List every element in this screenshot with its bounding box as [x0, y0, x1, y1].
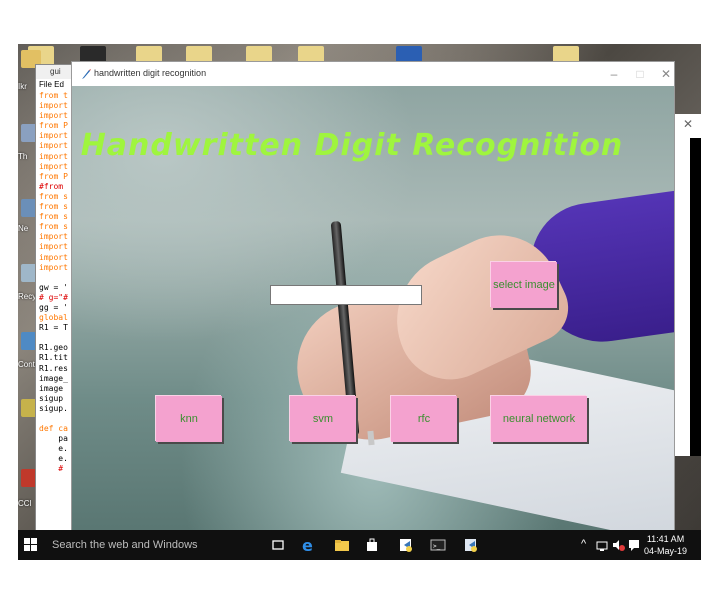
windows-start-icon[interactable] [24, 538, 38, 552]
knn-button[interactable]: knn [156, 396, 222, 442]
editor-title: gui [50, 67, 61, 76]
file-explorer-icon[interactable] [334, 537, 350, 553]
desktop-icon-label: Recy [18, 292, 37, 301]
desktop-icon-label: Th [18, 152, 28, 161]
select-image-button[interactable]: select image [491, 262, 557, 308]
scrollbar[interactable] [690, 138, 701, 456]
taskbar: Search the web and Windows e >_ ^ 11:41 … [18, 530, 701, 560]
taskbar-clock[interactable]: 11:41 AM 04-May-19 [644, 533, 687, 557]
close-button[interactable]: ✕ [652, 64, 680, 84]
store-icon[interactable] [364, 537, 380, 553]
task-view-icon[interactable] [270, 537, 286, 553]
svm-button[interactable]: svm [290, 396, 356, 442]
app-window[interactable]: handwritten digit recognition – □ ✕ Hand… [71, 61, 675, 535]
clock-date: 04-May-19 [644, 546, 688, 556]
background-photo-pen-tip [367, 430, 375, 446]
desktop-icon-label: Ikr [18, 82, 27, 91]
network-tray-icon[interactable] [595, 537, 609, 553]
app-title: handwritten digit recognition [94, 68, 207, 78]
feather-icon [82, 69, 91, 79]
taskbar-search-box[interactable]: Search the web and Windows [52, 539, 198, 551]
notifications-icon[interactable] [627, 537, 641, 553]
svg-text:>_: >_ [433, 543, 441, 550]
minimize-button[interactable]: – [600, 64, 628, 84]
editor-menu-text[interactable]: File Ed [39, 80, 64, 89]
neural-network-button[interactable]: neural network [491, 396, 587, 442]
desktop-screen: Ikr Th Ne Recy Contr CCl gui File Ed fro… [18, 44, 701, 560]
command-prompt-icon[interactable]: >_ [430, 537, 446, 553]
app-title-bar[interactable]: handwritten digit recognition – □ ✕ [72, 62, 674, 86]
python-idle-icon[interactable] [398, 537, 414, 553]
svg-text:e: e [302, 537, 313, 553]
image-path-input[interactable] [270, 285, 422, 305]
desktop-icon-label: Ne [18, 224, 29, 233]
maximize-button[interactable]: □ [626, 64, 654, 84]
app-content: Handwritten Digit Recognition select ima… [72, 86, 674, 534]
tray-overflow-icon[interactable]: ^ [581, 538, 586, 550]
python-app-icon[interactable] [463, 537, 479, 553]
edge-browser-icon[interactable]: e [301, 537, 317, 553]
volume-muted-icon[interactable] [611, 537, 625, 553]
background-window[interactable]: ✕ [674, 114, 701, 456]
close-icon[interactable]: ✕ [683, 117, 693, 131]
clock-time: 11:41 AM [646, 534, 685, 544]
rfc-button[interactable]: rfc [391, 396, 457, 442]
desktop-icon-label: CCl [18, 499, 32, 508]
page-title: Handwritten Digit Recognition [80, 128, 624, 163]
